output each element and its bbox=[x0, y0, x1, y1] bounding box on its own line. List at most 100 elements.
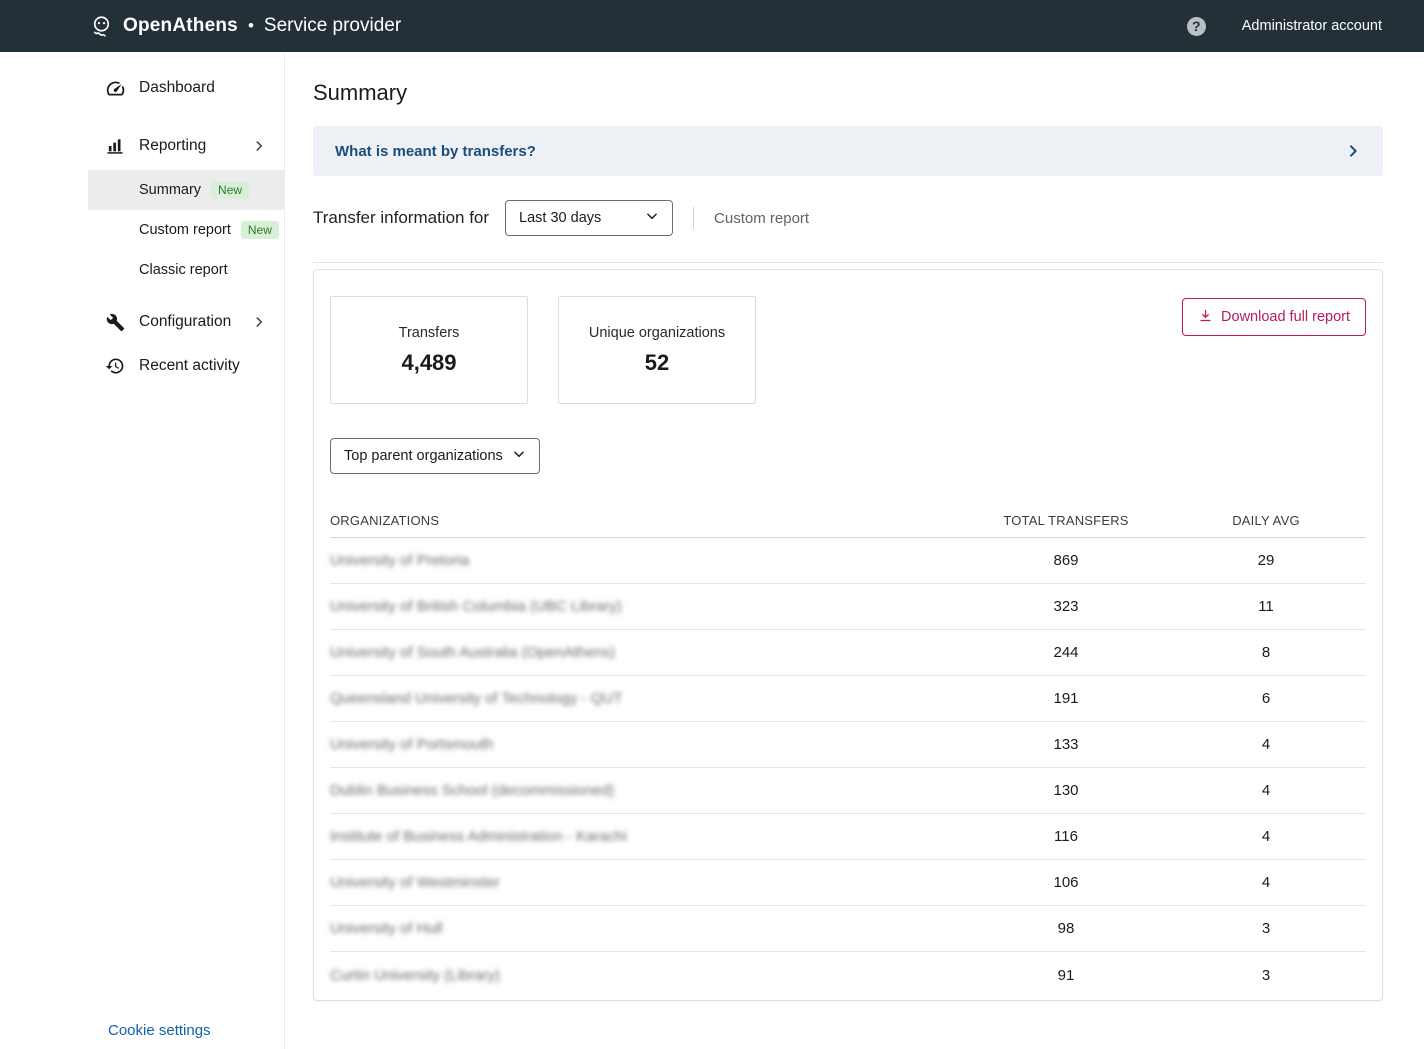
sidebar-item-summary[interactable]: Summary New bbox=[88, 170, 284, 210]
stat-label: Unique organizations bbox=[589, 325, 725, 341]
total-transfers-value: 133 bbox=[966, 736, 1166, 753]
org-name: University of Hull bbox=[330, 920, 966, 937]
wrench-icon bbox=[104, 313, 126, 332]
history-icon bbox=[104, 356, 126, 376]
daily-avg-value: 4 bbox=[1166, 874, 1366, 891]
sidebar-item-label: Recent activity bbox=[139, 357, 240, 375]
column-header-organizations: ORGANIZATIONS bbox=[330, 513, 966, 528]
sidebar-item-recent-activity[interactable]: Recent activity bbox=[0, 344, 284, 388]
unique-organizations-stat: Unique organizations 52 bbox=[558, 296, 756, 404]
chevron-right-icon bbox=[252, 315, 266, 329]
banner-text: What is meant by transfers? bbox=[335, 143, 536, 160]
sidebar-item-label: Configuration bbox=[139, 313, 231, 331]
help-icon[interactable]: ? bbox=[1187, 17, 1206, 36]
new-badge: New bbox=[211, 181, 249, 199]
dashboard-gauge-icon bbox=[104, 78, 126, 99]
table-row: Dublin Business School (decommissioned) … bbox=[330, 768, 1366, 814]
stat-value: 4,489 bbox=[401, 350, 456, 376]
total-transfers-value: 323 bbox=[966, 598, 1166, 615]
table-row: Curtin University (Library) 91 3 bbox=[330, 952, 1366, 998]
total-transfers-value: 98 bbox=[966, 920, 1166, 937]
download-icon bbox=[1198, 308, 1213, 327]
daily-avg-value: 4 bbox=[1166, 828, 1366, 845]
org-name: Queensland University of Technology - QU… bbox=[330, 690, 966, 707]
product-name: Service provider bbox=[264, 15, 401, 37]
chevron-down-icon bbox=[645, 209, 659, 227]
total-transfers-value: 130 bbox=[966, 782, 1166, 799]
table-row: University of Westminster 106 4 bbox=[330, 860, 1366, 906]
column-header-daily-avg: DAILY AVG bbox=[1166, 513, 1366, 528]
daily-avg-value: 4 bbox=[1166, 736, 1366, 753]
daily-avg-value: 3 bbox=[1166, 967, 1366, 984]
org-name: University of South Australia (OpenAthen… bbox=[330, 644, 966, 661]
daily-avg-value: 4 bbox=[1166, 782, 1366, 799]
table-row: University of Hull 98 3 bbox=[330, 906, 1366, 952]
daily-avg-value: 6 bbox=[1166, 690, 1366, 707]
brand-name: OpenAthens bbox=[123, 15, 238, 37]
sidebar-item-custom-report[interactable]: Custom report New bbox=[88, 210, 284, 250]
total-transfers-value: 116 bbox=[966, 828, 1166, 845]
total-transfers-value: 191 bbox=[966, 690, 1166, 707]
stat-label: Transfers bbox=[399, 325, 460, 341]
table-row: University of South Australia (OpenAthen… bbox=[330, 630, 1366, 676]
sidebar-item-dashboard[interactable]: Dashboard bbox=[0, 66, 284, 110]
period-select-value: Last 30 days bbox=[519, 210, 601, 226]
sidebar-item-classic-report[interactable]: Classic report bbox=[88, 250, 284, 290]
custom-report-link[interactable]: Custom report bbox=[714, 210, 809, 227]
stat-value: 52 bbox=[645, 350, 669, 376]
chevron-right-icon bbox=[252, 139, 266, 153]
sidebar-item-reporting[interactable]: Reporting bbox=[0, 124, 284, 168]
bar-chart-icon bbox=[104, 136, 126, 156]
daily-avg-value: 29 bbox=[1166, 552, 1366, 569]
download-full-report-button[interactable]: Download full report bbox=[1182, 298, 1366, 336]
report-card: Transfers 4,489 Unique organizations 52 bbox=[313, 269, 1383, 1001]
cookie-settings-link[interactable]: Cookie settings bbox=[108, 1022, 211, 1039]
org-view-select[interactable]: Top parent organizations bbox=[330, 438, 540, 474]
sidebar-item-label: Classic report bbox=[139, 262, 228, 278]
table-row: Institute of Business Administration - K… bbox=[330, 814, 1366, 860]
org-name: University of British Columbia (UBC Libr… bbox=[330, 598, 966, 615]
divider bbox=[313, 262, 1383, 263]
transfer-info-label: Transfer information for bbox=[313, 208, 489, 228]
total-transfers-value: 106 bbox=[966, 874, 1166, 891]
table-row: University of Pretoria 869 29 bbox=[330, 538, 1366, 584]
total-transfers-value: 91 bbox=[966, 967, 1166, 984]
table-header-row: ORGANIZATIONS TOTAL TRANSFERS DAILY AVG bbox=[330, 504, 1366, 538]
sidebar-item-configuration[interactable]: Configuration bbox=[0, 300, 284, 344]
table-row: Queensland University of Technology - QU… bbox=[330, 676, 1366, 722]
account-menu[interactable]: Administrator account bbox=[1242, 18, 1382, 34]
organizations-table: ORGANIZATIONS TOTAL TRANSFERS DAILY AVG … bbox=[330, 504, 1366, 998]
page-title: Summary bbox=[313, 80, 1383, 106]
transfers-stat: Transfers 4,489 bbox=[330, 296, 528, 404]
period-select[interactable]: Last 30 days bbox=[505, 200, 673, 236]
sidebar: Dashboard Reporting Su bbox=[0, 52, 285, 1049]
transfers-info-banner[interactable]: What is meant by transfers? bbox=[313, 126, 1383, 176]
total-transfers-value: 869 bbox=[966, 552, 1166, 569]
column-header-total-transfers: TOTAL TRANSFERS bbox=[966, 513, 1166, 528]
new-badge: New bbox=[241, 221, 279, 239]
chevron-right-icon bbox=[1345, 143, 1361, 159]
org-name: Dublin Business School (decommissioned) bbox=[330, 782, 966, 799]
sidebar-item-label: Reporting bbox=[139, 137, 206, 155]
org-name: Curtin University (Library) bbox=[330, 967, 966, 984]
top-bar: OpenAthens • Service provider ? Administ… bbox=[0, 0, 1424, 52]
sidebar-item-label: Summary bbox=[139, 182, 201, 198]
total-transfers-value: 244 bbox=[966, 644, 1166, 661]
chevron-down-icon bbox=[512, 447, 526, 465]
daily-avg-value: 11 bbox=[1166, 598, 1366, 615]
daily-avg-value: 8 bbox=[1166, 644, 1366, 661]
sidebar-item-label: Dashboard bbox=[139, 79, 215, 97]
org-view-select-value: Top parent organizations bbox=[344, 448, 503, 464]
brand-separator: • bbox=[248, 16, 254, 36]
divider bbox=[693, 207, 694, 229]
sidebar-item-label: Custom report bbox=[139, 222, 231, 238]
download-button-label: Download full report bbox=[1221, 309, 1350, 325]
org-name: University of Pretoria bbox=[330, 552, 966, 569]
org-name: University of Westminster bbox=[330, 874, 966, 891]
daily-avg-value: 3 bbox=[1166, 920, 1366, 937]
org-name: Institute of Business Administration - K… bbox=[330, 828, 966, 845]
table-row: University of Portsmouth 133 4 bbox=[330, 722, 1366, 768]
main-content: Summary What is meant by transfers? Tran… bbox=[285, 52, 1424, 1049]
openathens-logo-icon bbox=[88, 13, 115, 40]
table-row: University of British Columbia (UBC Libr… bbox=[330, 584, 1366, 630]
